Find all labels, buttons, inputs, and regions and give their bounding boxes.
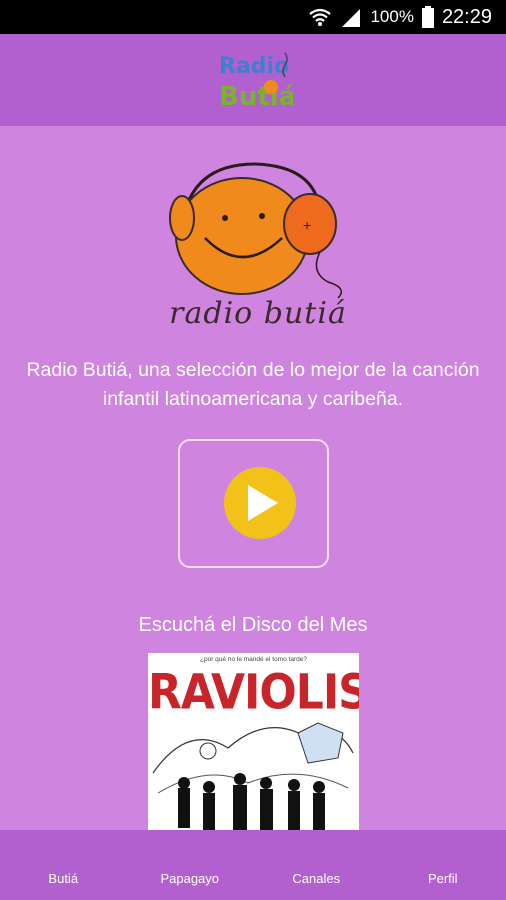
- album-cover[interactable]: ¿por qué no le mandé el tomo tarde? RAVI…: [148, 653, 359, 830]
- svg-text:Butiá: Butiá: [219, 82, 293, 112]
- nav-item-canales[interactable]: Canales: [253, 845, 380, 886]
- nav-item-papagayo[interactable]: Papagayo: [127, 845, 254, 886]
- wifi-icon: [309, 8, 332, 26]
- signal-icon: [342, 9, 361, 27]
- station-description: Radio Butiá, una selección de lo mejor d…: [26, 359, 480, 410]
- album-illustration-icon: [152, 722, 354, 830]
- nav-item-perfil[interactable]: Perfil: [380, 845, 506, 886]
- app-header: Radio Butiá: [0, 34, 506, 126]
- bottom-navigation: Butiá Papagayo Canales Perfil: [0, 830, 506, 900]
- status-bar: 100% 22:29: [0, 0, 506, 34]
- svg-text:Radio: Radio: [219, 54, 289, 79]
- radio-butia-wordmark: radio butiá: [169, 296, 347, 331]
- mascot-headphones-icon: +: [169, 162, 343, 299]
- player-box: [178, 439, 329, 568]
- play-button[interactable]: [224, 467, 296, 539]
- main-content: + radio butiá Radio Butiá, una selección…: [0, 126, 506, 830]
- radio-butia-logo: Radio Butiá: [219, 52, 293, 112]
- nav-item-butia[interactable]: Butiá: [0, 845, 127, 886]
- battery-icon: [421, 6, 434, 28]
- disco-del-mes-heading: Escuchá el Disco del Mes: [138, 614, 368, 636]
- svg-text:+: +: [303, 217, 311, 233]
- play-icon: [248, 485, 278, 521]
- clock: 22:29: [441, 5, 492, 28]
- battery-percent: 100%: [370, 7, 414, 26]
